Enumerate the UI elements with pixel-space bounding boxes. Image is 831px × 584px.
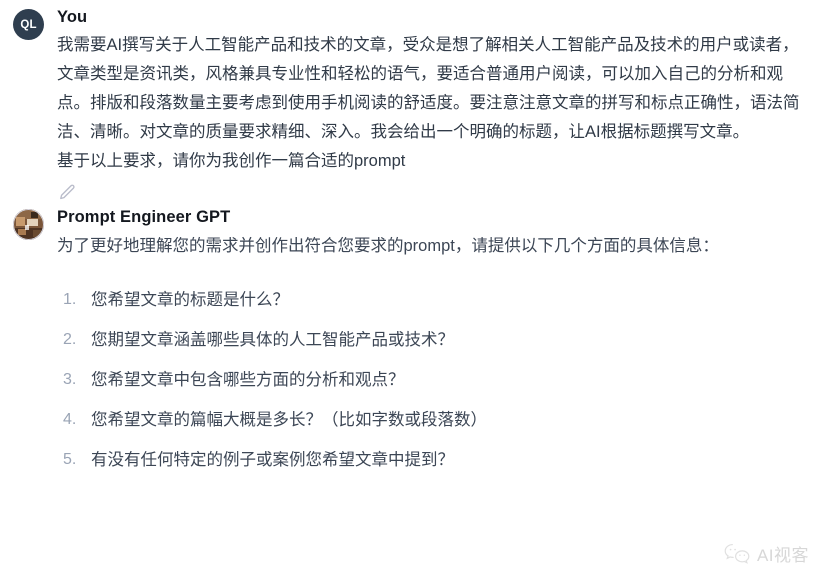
- message-user: QL You 我需要AI撰写关于人工智能产品和技术的文章，受众是想了解相关人工智…: [0, 0, 831, 176]
- list-item: 您期望文章涵盖哪些具体的人工智能产品或技术？: [63, 325, 454, 355]
- avatar-initials: QL: [20, 18, 37, 31]
- list-item: 您希望文章中包含哪些方面的分析和观点？: [63, 365, 405, 395]
- watermark-label: AI视客: [756, 546, 809, 565]
- message-author-user: You: [57, 8, 88, 26]
- message-body-assistant: Prompt Engineer GPT 为了更好地理解您的需求并创作出符合您要求…: [57, 206, 817, 485]
- message-author-assistant: Prompt Engineer GPT: [57, 208, 231, 227]
- chat-conversation: QL You 我需要AI撰写关于人工智能产品和技术的文章，受众是想了解相关人工智…: [0, 0, 831, 584]
- assistant-question-list: 您希望文章的标题是什么？ 您期望文章涵盖哪些具体的人工智能产品或技术？ 您希望文…: [57, 285, 811, 475]
- list-item: 有没有任何特定的例子或案例您希望文章中提到？: [63, 445, 454, 475]
- avatar-column: [0, 206, 57, 241]
- avatar-photo: [13, 209, 44, 241]
- message-body-user: You 我需要AI撰写关于人工智能产品和技术的文章，受众是想了解相关人工智能产品…: [57, 6, 817, 176]
- user-message-text-closing: 基于以上要求，请你为我创作一篇合适的prompt: [57, 152, 406, 171]
- pencil-icon[interactable]: [58, 183, 77, 202]
- watermark: AI视客: [724, 541, 809, 566]
- assistant-intro-text: 为了更好地理解您的需求并创作出符合您要求的prompt，请提供以下几个方面的具体…: [57, 237, 719, 256]
- wechat-icon: [724, 543, 750, 565]
- list-item: 您希望文章的标题是什么？: [63, 285, 289, 315]
- avatar-assistant[interactable]: [13, 209, 44, 241]
- message-assistant: Prompt Engineer GPT 为了更好地理解您的需求并创作出符合您要求…: [0, 206, 831, 485]
- user-message-text: 我需要AI撰写关于人工智能产品和技术的文章，受众是想了解相关人工智能产品及技术的…: [57, 36, 800, 142]
- user-message-actions: [0, 176, 831, 206]
- list-item: 您希望文章的篇幅大概是多长？（比如字数或段落数）: [63, 405, 487, 435]
- avatar-column: QL: [0, 6, 57, 40]
- avatar-user[interactable]: QL: [13, 9, 44, 40]
